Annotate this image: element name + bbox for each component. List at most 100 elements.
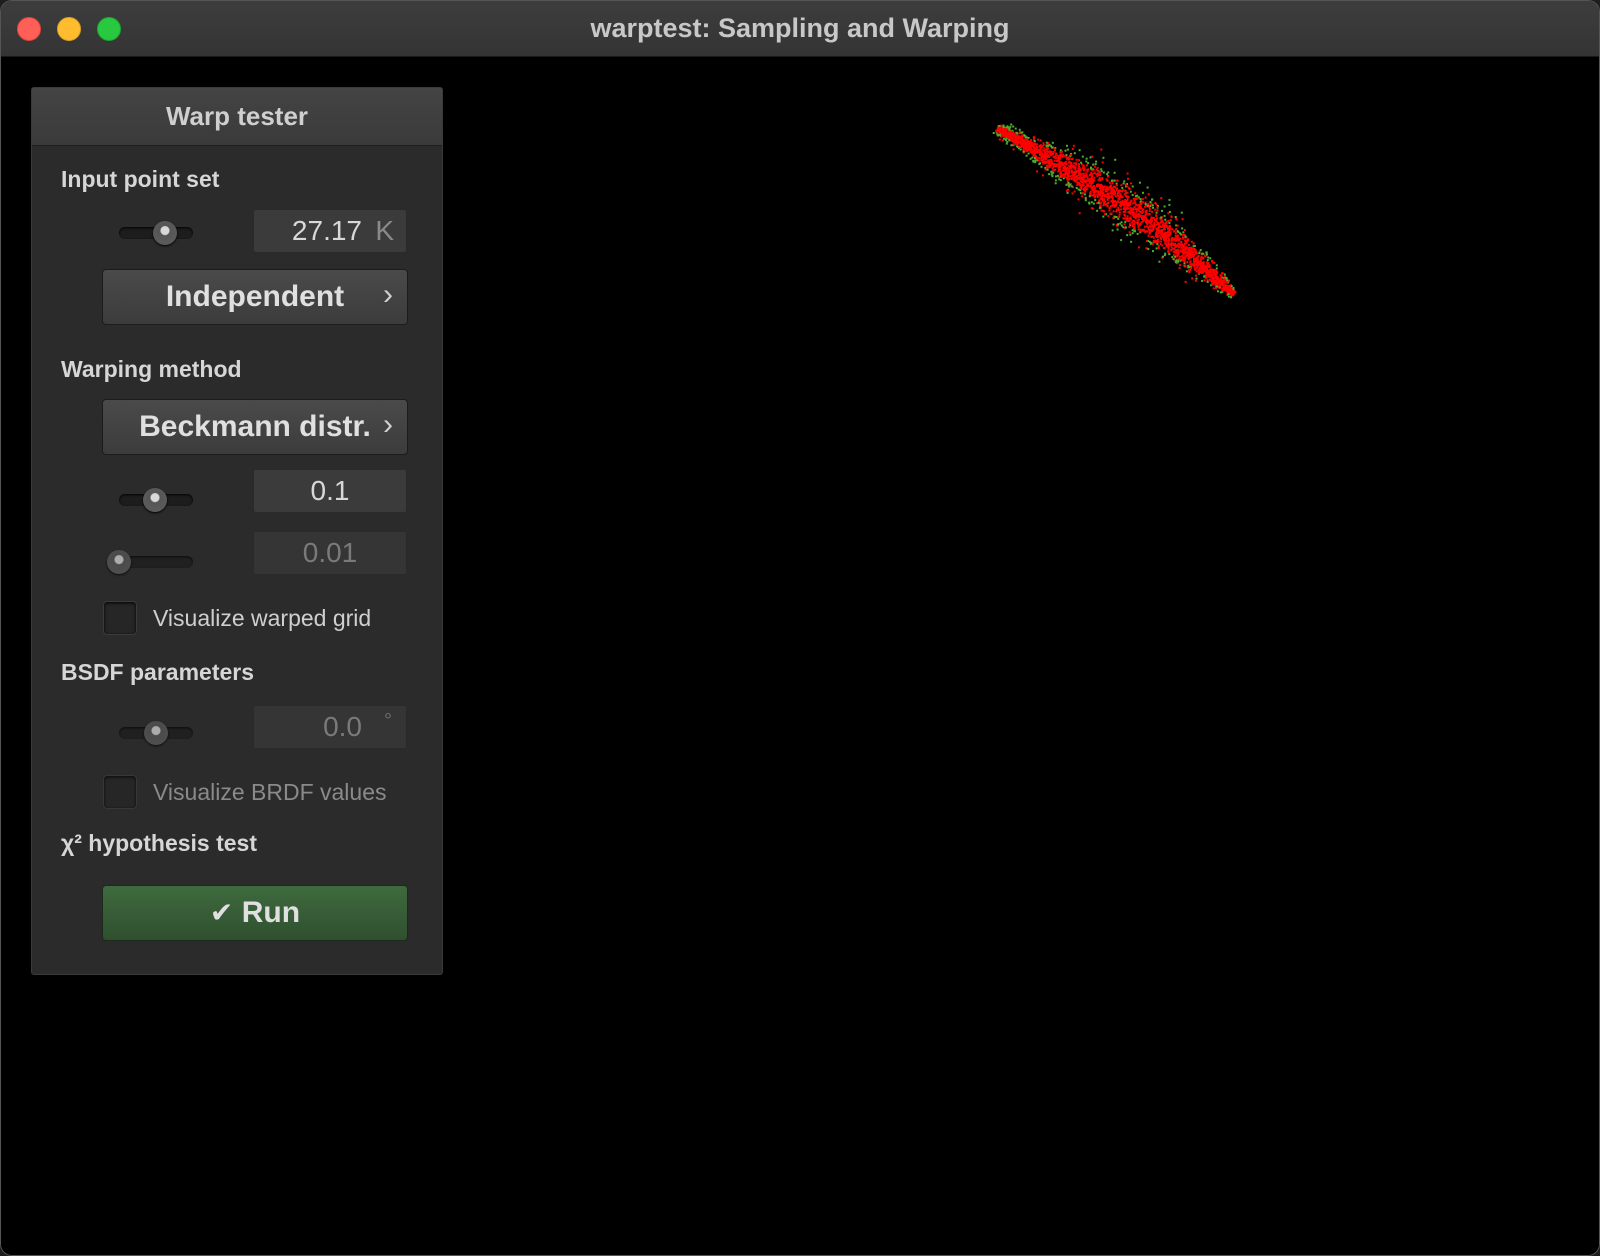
sample-point [1088,185,1090,188]
warp-param2-field[interactable]: 0.01 [253,531,407,575]
sample-point [1152,206,1154,209]
sample-point [998,129,1001,131]
sample-point [1128,217,1131,220]
sampler-label: Independent [165,280,345,313]
sample-point [1115,188,1118,191]
slider-knob[interactable] [142,488,167,512]
app-window: warptest: Sampling and Warping Warp test… [0,0,1600,1256]
slider-knob[interactable] [144,721,168,745]
sample-point [1066,144,1068,147]
sample-point [1157,228,1159,230]
sample-point [1164,218,1167,221]
sample-point [1146,225,1148,228]
warp-param1-field[interactable]: 0.1 [253,469,407,513]
sample-point [1047,154,1050,157]
sample-point [1096,209,1099,212]
sample-point [1160,216,1163,219]
warping-method-value: Beckmann distr. [139,410,371,443]
visualize-warped-grid-checkbox[interactable] [103,601,137,635]
bsdf-angle-slider[interactable] [119,721,193,745]
sample-point [1101,161,1104,164]
sample-point [1171,256,1174,259]
sample-point [1108,209,1111,212]
sample-point [1142,191,1144,194]
sample-point [1195,266,1198,269]
sample-point [1080,168,1082,171]
sample-point [1184,280,1187,283]
sampler-dropdown-button[interactable]: Independent › [102,269,408,325]
bsdf-angle-field[interactable]: 0.0 ° [253,705,407,749]
run-test-button[interactable]: ✔ Run [102,885,408,941]
sample-point [1073,152,1076,155]
sample-point [1144,196,1147,199]
sample-point [1204,255,1207,258]
sample-point [1078,173,1081,176]
sample-point [1105,189,1108,192]
visualize-brdf-checkbox[interactable] [103,775,137,809]
sample-point [1213,261,1216,264]
sample-point [1113,192,1116,195]
panel-header[interactable]: Warp tester [32,88,442,146]
sample-point [1074,175,1077,178]
sample-point [1226,291,1229,294]
slider-knob[interactable] [152,221,177,245]
sample-point [1008,139,1011,142]
sample-point [1047,166,1050,169]
sample-point [1195,252,1198,255]
point-count-slider[interactable] [119,221,193,245]
sample-point [1063,176,1066,178]
sample-point [1189,254,1192,257]
sample-point [1058,158,1061,161]
sample-point [1172,258,1175,261]
sample-point [1116,225,1119,228]
warp-param2-slider[interactable] [107,550,193,574]
warping-method-dropdown-button[interactable]: Beckmann distr. › [102,399,408,455]
sample-point [1168,231,1171,234]
sample-point [1040,145,1043,148]
sample-point [1074,168,1077,171]
sample-point [1144,230,1147,233]
sample-point [1046,147,1048,149]
sample-point [1183,262,1186,265]
sample-point [1120,239,1123,242]
sample-point [1102,194,1105,196]
point-count-field[interactable]: 27.17 K [253,209,407,253]
sample-point [1078,163,1080,165]
sample-point [1128,231,1131,234]
sample-point [1055,175,1057,178]
sample-point [1225,287,1228,290]
sample-point [1177,242,1180,245]
sample-point [1021,134,1024,137]
sample-point [1102,215,1105,218]
sample-point [1229,287,1232,290]
sample-point [1111,196,1114,199]
sample-point [1065,156,1068,159]
sample-point [1081,155,1084,158]
sample-point [1219,274,1222,277]
sample-point [1128,226,1131,229]
sample-point [1054,168,1057,171]
sample-point [1182,231,1185,234]
chevron-right-icon: › [383,408,393,441]
title-bar[interactable]: warptest: Sampling and Warping [1,1,1599,57]
sample-point [1059,179,1062,182]
sample-point [1149,230,1152,233]
sample-point [1147,220,1150,223]
sample-point [1217,285,1220,288]
sample-point [1092,178,1095,181]
sample-point [1165,245,1168,248]
warp-param1-value: 0.1 [310,475,350,506]
sample-point [1202,267,1205,270]
sample-point [1040,155,1043,158]
warp-param1-slider[interactable] [119,488,193,512]
sample-point [1141,201,1144,204]
sample-point [1215,267,1218,270]
sample-point [1117,217,1120,220]
sample-point [1064,173,1066,176]
slider-knob[interactable] [107,550,131,574]
sample-point [1210,280,1213,282]
degree-unit: ° [384,710,392,732]
sample-point [1202,256,1204,259]
sample-point [1209,257,1212,260]
sample-point [1107,188,1110,191]
